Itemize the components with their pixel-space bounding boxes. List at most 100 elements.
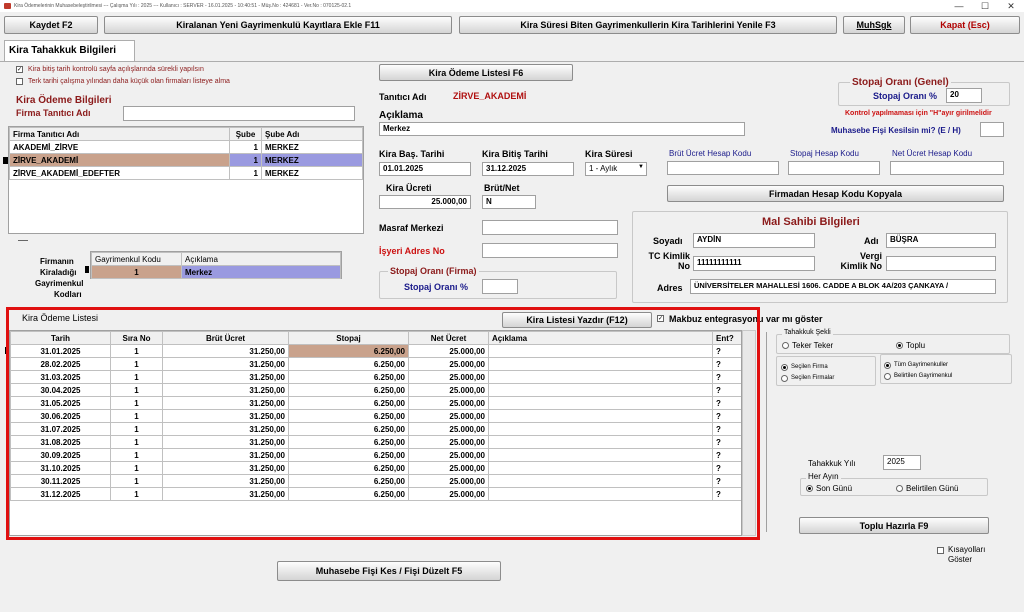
firm-branch-name: MERKEZ	[261, 166, 363, 180]
net-hesap-label: Net Ücret Hesap Kodu	[892, 149, 973, 158]
save-button[interactable]: Kaydet F2	[4, 16, 98, 34]
row-indicator	[85, 266, 89, 273]
radio-secilen-firmalar[interactable]	[781, 375, 788, 382]
checkbox-kisayol[interactable]	[937, 547, 944, 554]
side-label: Firmanın	[40, 257, 74, 266]
col-sube-adi[interactable]: Şube Adı	[261, 127, 363, 141]
window-title: Kira Ödemelerinin Muhasebeleştirilmesi -…	[0, 0, 1024, 12]
add-property-button[interactable]: Kiralanan Yeni Gayrimenkulü Kayıtlara Ek…	[104, 16, 452, 34]
brut-hesap-input[interactable]	[667, 161, 779, 175]
adi-label: Adı	[864, 236, 879, 246]
kopyala-button[interactable]: Firmadan Hesap Kodu Kopyala	[667, 185, 1004, 202]
side-label: Kiraladığı	[40, 268, 77, 277]
kira-list-button[interactable]: Kira Ödeme Listesi F6	[379, 64, 573, 81]
tahakkuk-sekli-title: Tahakkuk Şekli	[782, 329, 833, 336]
masraf-input[interactable]	[482, 220, 618, 235]
owner-title: Mal Sahibi Bilgileri	[762, 216, 860, 228]
kontrol-note: Kontrol yapılmaması için "H"ayır girilme…	[845, 110, 992, 117]
radio-toplu[interactable]	[896, 342, 903, 349]
soyadi-input[interactable]: AYDİN	[693, 233, 815, 248]
stopaj-firma-title: Stopaj Oranı (Firma)	[388, 266, 479, 276]
divider	[18, 240, 28, 241]
secilen-firmalar-label: Seçilen Firmalar	[791, 375, 835, 381]
sure-select[interactable]: 1 - Aylık ▼	[585, 162, 647, 176]
minimize-button[interactable]: —	[946, 0, 972, 12]
gm-desc: Merkez	[181, 265, 341, 279]
firm-name: AKADEMİ_ZİRVE	[9, 140, 230, 154]
col-firma[interactable]: Firma Tanıtıcı Adı	[9, 127, 230, 141]
brutnet-input[interactable]: N	[482, 195, 536, 209]
highlight-box	[6, 307, 760, 540]
bas-tarihi-input[interactable]: 01.01.2025	[379, 162, 471, 176]
son-gunu-label: Son Günü	[816, 484, 853, 493]
adi-input[interactable]: BÜŞRA	[886, 233, 996, 248]
isyeri-input[interactable]	[482, 243, 618, 258]
stopaj-hesap-input[interactable]	[788, 161, 880, 175]
checkbox-bitis-kontrol[interactable]: ✓	[16, 66, 23, 73]
section-kira-odeme: Kira Ödeme Bilgileri	[16, 95, 112, 106]
muhasebe-fisi-button[interactable]: Muhasebe Fişi Kes / Fişi Düzelt F5	[277, 561, 501, 581]
muhsgk-button[interactable]: MuhSgk	[843, 16, 905, 34]
muh-fisi-input[interactable]	[980, 122, 1004, 137]
firma-input[interactable]	[123, 106, 355, 121]
vergi-input[interactable]	[886, 256, 996, 271]
gm-secim-group	[880, 354, 1012, 384]
close-button[interactable]: Kapat (Esc)	[910, 16, 1020, 34]
ucret-label: Kira Ücreti	[386, 183, 432, 193]
isyeri-label: İşyeri Adres No	[379, 246, 445, 256]
aciklama-input[interactable]: Merkez	[379, 122, 745, 136]
radio-son-gunu[interactable]	[806, 485, 813, 492]
table-row[interactable]: AKADEMİ_ZİRVE 1 MERKEZ	[9, 140, 363, 154]
firm-branch: 1	[229, 140, 262, 154]
bas-tarihi-label: Kira Baş. Tarihi	[379, 149, 445, 159]
tum-gm-label: Tüm Gayrimenkuller	[894, 362, 949, 368]
side-label: Gayrimenkul	[35, 279, 84, 288]
firm-grid: Firma Tanıtıcı Adı Şube Şube Adı AKADEMİ_Z…	[8, 126, 364, 234]
firma-secim-group	[776, 356, 876, 386]
col-sube[interactable]: Şube	[229, 127, 262, 141]
net-hesap-input[interactable]	[890, 161, 1004, 175]
stopaj-genel-input[interactable]: 20	[946, 88, 982, 103]
table-row[interactable]: ZİRVE_AKADEMİ 1 MERKEZ	[9, 153, 363, 167]
checkbox-bitis-label: Kira bitiş tarih kontrolü sayfa açılışla…	[28, 66, 204, 73]
maximize-button[interactable]: ☐	[972, 0, 998, 12]
stopaj-firma-input[interactable]	[482, 279, 518, 294]
tanitici-value: ZİRVE_AKADEMİ	[453, 91, 527, 101]
radio-teker[interactable]	[782, 342, 789, 349]
radio-secilen-firma[interactable]	[781, 364, 788, 371]
close-window-button[interactable]: ✕	[998, 0, 1024, 12]
masraf-label: Masraf Merkezi	[379, 223, 444, 233]
bitis-tarihi-input[interactable]: 31.12.2025	[482, 162, 574, 176]
bitis-tarihi-label: Kira Bitiş Tarihi	[482, 149, 548, 159]
radio-tum-gm[interactable]	[884, 362, 891, 369]
radio-belirtilen-gun[interactable]	[896, 485, 903, 492]
firm-branch-name: MERKEZ	[261, 153, 363, 167]
firm-branch: 1	[229, 153, 262, 167]
tab-kira-tahakkuk[interactable]: Kira Tahakkuk Bilgileri	[4, 40, 135, 62]
col-gm-aciklama[interactable]: Açıklama	[181, 252, 341, 266]
stopaj-genel-title: Stopaj Oranı (Genel)	[850, 77, 951, 88]
sure-label: Kira Süresi	[585, 149, 633, 159]
checkbox-terk-tarihi[interactable]	[16, 78, 23, 85]
table-row[interactable]: 1 Merkez	[91, 265, 341, 279]
firm-branch: 1	[229, 166, 262, 180]
renew-dates-button[interactable]: Kira Süresi Biten Gayrimenkullerin Kira …	[459, 16, 837, 34]
stopaj-firma-label: Stopaj Oranı %	[404, 282, 469, 292]
table-row[interactable]: ZİRVE_AKADEMİ_EDEFTER 1 MERKEZ	[9, 166, 363, 180]
radio-belirtilen-gm[interactable]	[884, 373, 891, 380]
tahakkuk-yili-label: Tahakkuk Yılı	[808, 459, 856, 468]
vergi-label: Vergi Kimlik No	[840, 251, 882, 271]
tahakkuk-yili-input[interactable]: 2025	[883, 455, 921, 470]
divider	[766, 332, 767, 532]
firm-branch-name: MERKEZ	[261, 140, 363, 154]
adres-input[interactable]: ÜNİVERSİTELER MAHALLESİ 1606. CADDE A BL…	[690, 279, 996, 294]
firm-name: ZİRVE_AKADEMİ	[9, 153, 230, 167]
tc-input[interactable]: 11111111111	[693, 256, 815, 271]
col-gm-kodu[interactable]: Gayrimenkul Kodu	[91, 252, 182, 266]
toplu-hazirla-button[interactable]: Toplu Hazırla F9	[799, 517, 989, 534]
adres-label: Adres	[657, 283, 683, 293]
gm-code: 1	[91, 265, 182, 279]
belirtilen-gm-label: Belirtilen Gayrimenkul	[894, 373, 953, 379]
side-label: Kodları	[54, 290, 82, 298]
ucret-input[interactable]: 25.000,00	[379, 195, 471, 209]
